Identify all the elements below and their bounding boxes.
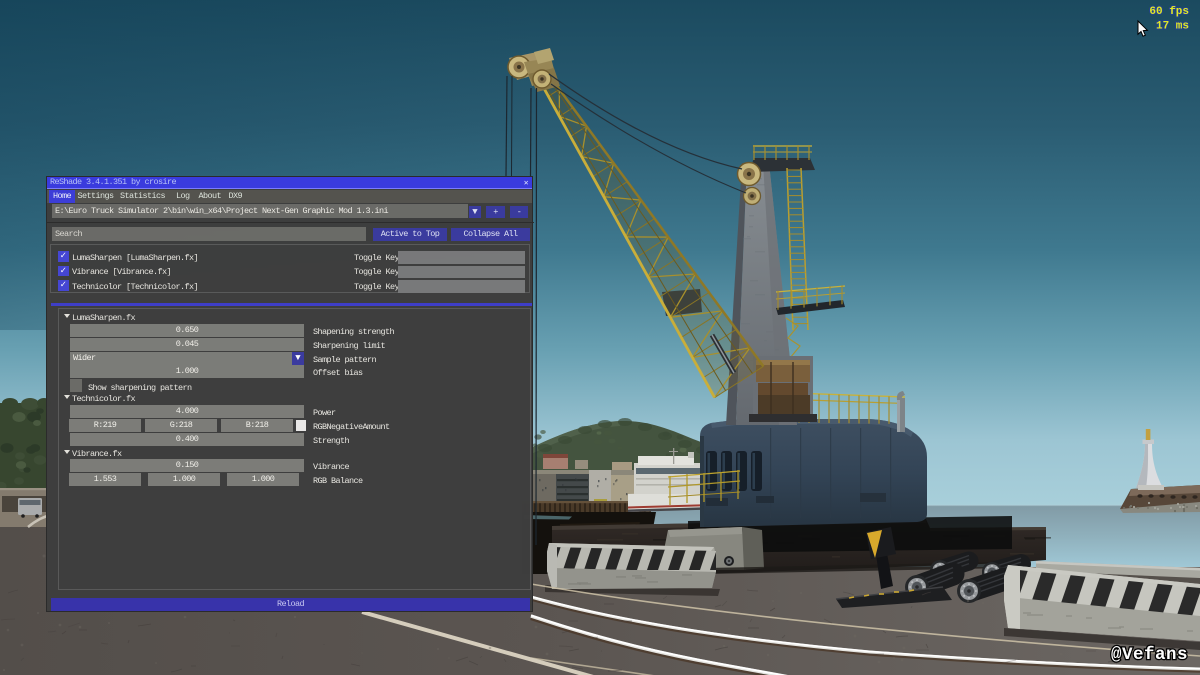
svg-text:@Vefans: @Vefans: [1111, 645, 1188, 665]
svg-text:60 fps: 60 fps: [1149, 6, 1189, 18]
svg-text:17 ms: 17 ms: [1156, 21, 1189, 33]
